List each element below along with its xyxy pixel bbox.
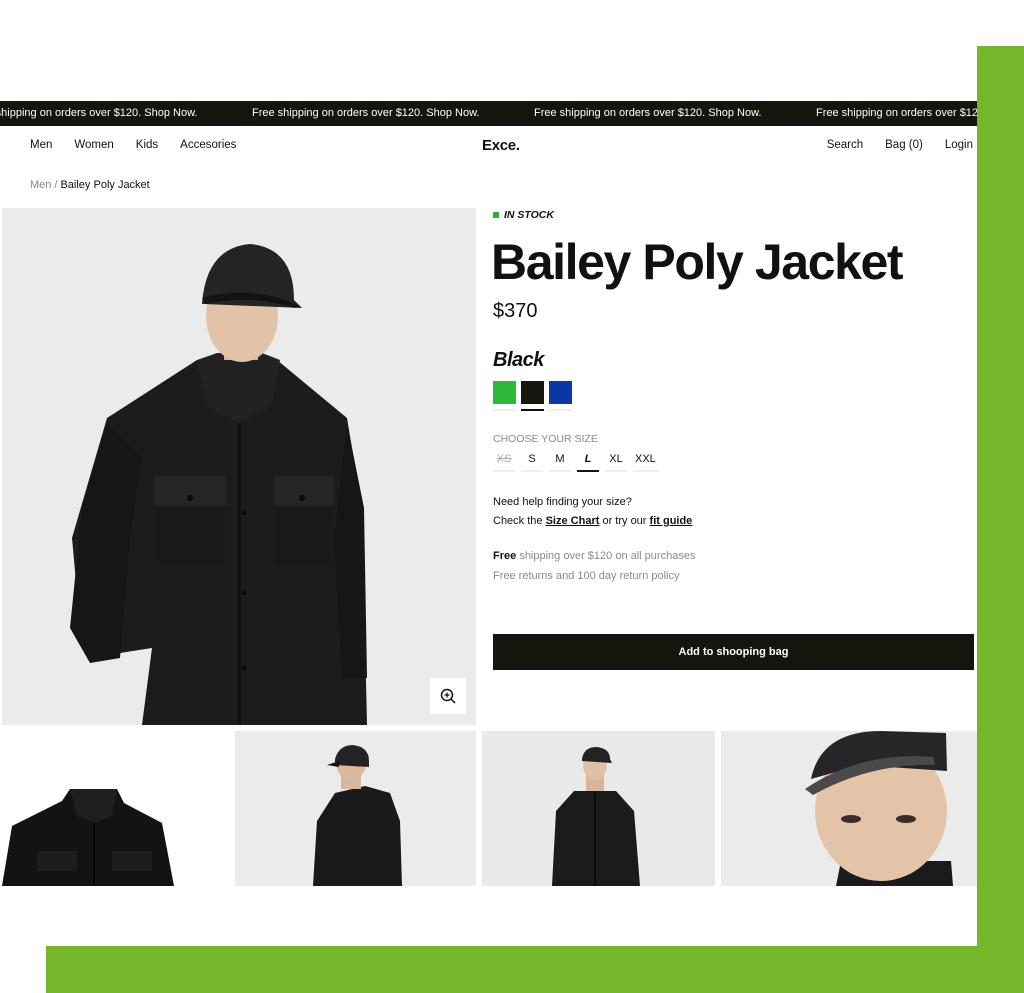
breadcrumb-parent[interactable]: Men [30, 179, 51, 191]
model-photo-front [70, 244, 367, 725]
help-middle-text: or try our [602, 515, 647, 527]
size-xl[interactable]: XL [605, 451, 627, 472]
swatch-underline [493, 409, 516, 411]
nav-item-kids[interactable]: Kids [136, 139, 158, 151]
size-s[interactable]: S [521, 451, 543, 472]
model-full-front-photo [552, 747, 640, 886]
nav-item-accessories[interactable]: Accesories [180, 139, 236, 151]
breadcrumb: Men / Bailey Poly Jacket [30, 179, 150, 191]
thumbnail-1[interactable] [2, 731, 229, 886]
announcement-message[interactable]: Free shipping on orders over $120. Shop … [0, 101, 240, 126]
size-m[interactable]: M [549, 451, 571, 472]
product-page: Free shipping on orders over $120. Shop … [0, 0, 977, 946]
size-l[interactable]: L [577, 451, 599, 472]
size-xs[interactable]: XS [493, 451, 515, 472]
announcement-message[interactable]: Free shipping on orders over $120. Shop … [240, 101, 522, 126]
fit-guide-link[interactable]: fit guide [650, 515, 693, 527]
thumbnail-2[interactable] [235, 731, 476, 886]
shipping-line: Free shipping over $120 on all purchases [493, 547, 695, 567]
announcement-bar[interactable]: Free shipping on orders over $120. Shop … [0, 101, 977, 126]
product-price: $370 [493, 300, 538, 322]
stock-label: IN STOCK [504, 209, 554, 221]
decorative-green-frame-right [977, 46, 1024, 993]
announcement-message[interactable]: Free shipping on orders over $120. Shop … [522, 101, 804, 126]
size-chart-link[interactable]: Size Chart [546, 515, 600, 527]
breadcrumb-current: Bailey Poly Jacket [60, 179, 150, 191]
swatch-underline [521, 409, 544, 411]
product-main-image[interactable] [2, 208, 476, 725]
zoom-in-icon [440, 688, 456, 704]
thumbnail-4[interactable] [721, 731, 977, 886]
nav-item-women[interactable]: Women [74, 139, 113, 151]
help-prefix-text: Check the [493, 515, 543, 527]
shipping-info: Free shipping over $120 on all purchases… [493, 547, 695, 586]
model-back-photo [313, 745, 402, 886]
size-label: CHOOSE YOUR SIZE [493, 433, 598, 445]
shipping-text: shipping over $120 on all purchases [519, 550, 696, 562]
stock-status: IN STOCK [493, 209, 554, 221]
breadcrumb-separator: / [54, 179, 58, 191]
product-title: Bailey Poly Jacket [491, 234, 904, 290]
swatch-blue[interactable] [549, 381, 572, 411]
jacket-flatlay-photo [2, 789, 174, 886]
swatch-color [521, 381, 544, 404]
stock-indicator-icon [493, 212, 499, 218]
thumbnail-3[interactable] [482, 731, 715, 886]
swatch-color [493, 381, 516, 404]
swatch-underline [549, 409, 572, 411]
swatch-black[interactable] [521, 381, 544, 411]
zoom-button[interactable] [430, 678, 466, 714]
shipping-free-label: Free [493, 550, 517, 562]
selected-color-name: Black [493, 349, 544, 371]
size-help-line: Check the Size Chart or try our fit guid… [493, 512, 692, 531]
site-logo[interactable]: Exce. [482, 137, 520, 154]
size-selector: XS S M L XL XXL [493, 451, 658, 472]
model-closeup-photo [805, 731, 953, 886]
color-swatches [493, 381, 572, 411]
size-help: Need help finding your size? Check the S… [493, 493, 692, 531]
login-link[interactable]: Login [945, 139, 973, 151]
add-to-bag-button[interactable]: Add to shooping bag [493, 634, 974, 670]
utility-nav: Search Bag (0) Login [827, 139, 973, 151]
swatch-green[interactable] [493, 381, 516, 411]
search-link[interactable]: Search [827, 139, 863, 151]
announcement-message[interactable]: Free shipping on orders over $120. Shop … [804, 101, 977, 126]
returns-text: Free returns and 100 day return policy [493, 569, 680, 582]
size-xxl[interactable]: XXL [633, 451, 658, 472]
main-nav: Men Women Kids Accesories [30, 139, 236, 151]
bag-link[interactable]: Bag (0) [885, 139, 923, 151]
nav-item-men[interactable]: Men [30, 139, 52, 151]
swatch-color [549, 381, 572, 404]
size-help-question: Need help finding your size? [493, 496, 632, 508]
decorative-green-frame-bottom [46, 946, 1024, 993]
